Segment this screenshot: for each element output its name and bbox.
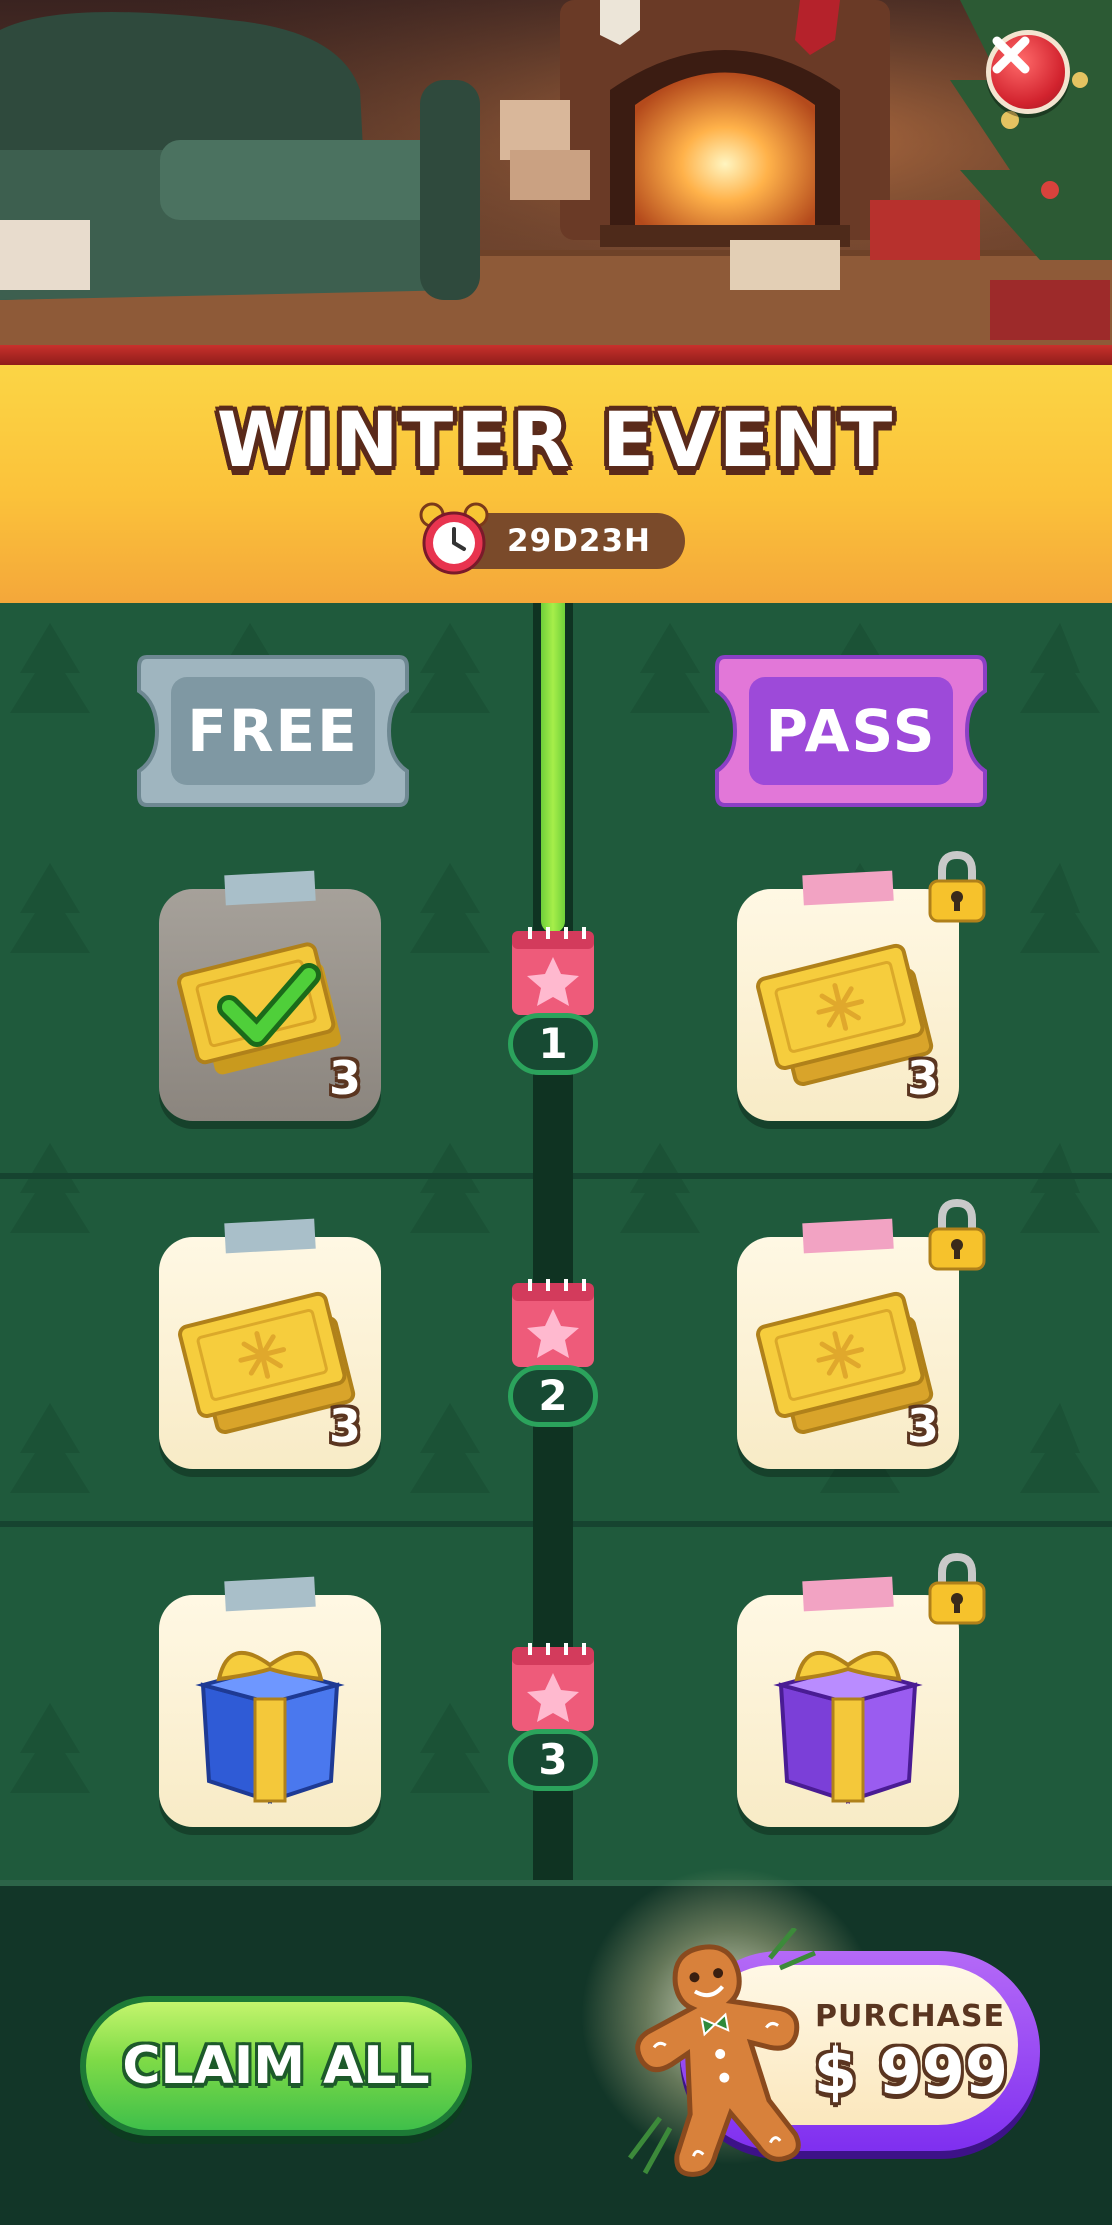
free-reward-card-level-3[interactable] (159, 1576, 381, 1827)
gingerbread-man-icon (628, 1928, 816, 2177)
close-button[interactable] (986, 30, 1070, 114)
pass-reward-card-level-3[interactable] (737, 1576, 959, 1827)
reward-quantity: 3 (906, 1399, 939, 1453)
footer-bar: CLAIM ALL PURCHASE $ 999 (0, 1866, 1112, 2225)
lock-icon (928, 1552, 986, 1625)
hero-scene-image (0, 0, 1112, 345)
level-marker-3: 3 (500, 1637, 606, 1807)
claim-all-label: CLAIM ALL (122, 2036, 430, 2096)
pass-track-header: PASS (705, 653, 997, 809)
reward-quantity: 3 (328, 1051, 361, 1105)
event-title: WINTER EVENT (216, 395, 896, 484)
purchase-price: $ 999 (813, 2035, 1009, 2108)
banner-trim (0, 345, 1112, 365)
timer-text: 29D23H (507, 523, 651, 559)
lock-icon (928, 1198, 986, 1271)
free-reward-card-level-1[interactable]: 3 (159, 870, 381, 1121)
alarm-clock-icon (419, 502, 489, 575)
free-reward-card-level-2[interactable]: 3 (159, 1218, 381, 1469)
event-banner: WINTER EVENT 29D23H (0, 365, 1112, 603)
purple-gift-box-icon (773, 1650, 923, 1804)
level-number: 2 (508, 1365, 598, 1427)
reward-track: FREE PASS 3 3 1 3 3 2 3 (0, 603, 1112, 1880)
level-marker-1: 1 (500, 921, 606, 1091)
level-marker-2: 2 (500, 1273, 606, 1443)
reward-quantity: 3 (906, 1051, 939, 1105)
free-label: FREE (187, 697, 359, 765)
free-track-header: FREE (127, 653, 419, 809)
pass-label: PASS (765, 697, 937, 765)
lock-icon (928, 850, 986, 923)
level-number: 1 (508, 1013, 598, 1075)
reward-quantity: 3 (328, 1399, 361, 1453)
close-icon (992, 36, 1030, 74)
purchase-label: PURCHASE (815, 1999, 1005, 2034)
level-number: 3 (508, 1729, 598, 1791)
progress-fill (541, 603, 565, 933)
claim-all-button[interactable]: CLAIM ALL (80, 1996, 472, 2136)
blue-gift-box-icon (195, 1650, 345, 1804)
